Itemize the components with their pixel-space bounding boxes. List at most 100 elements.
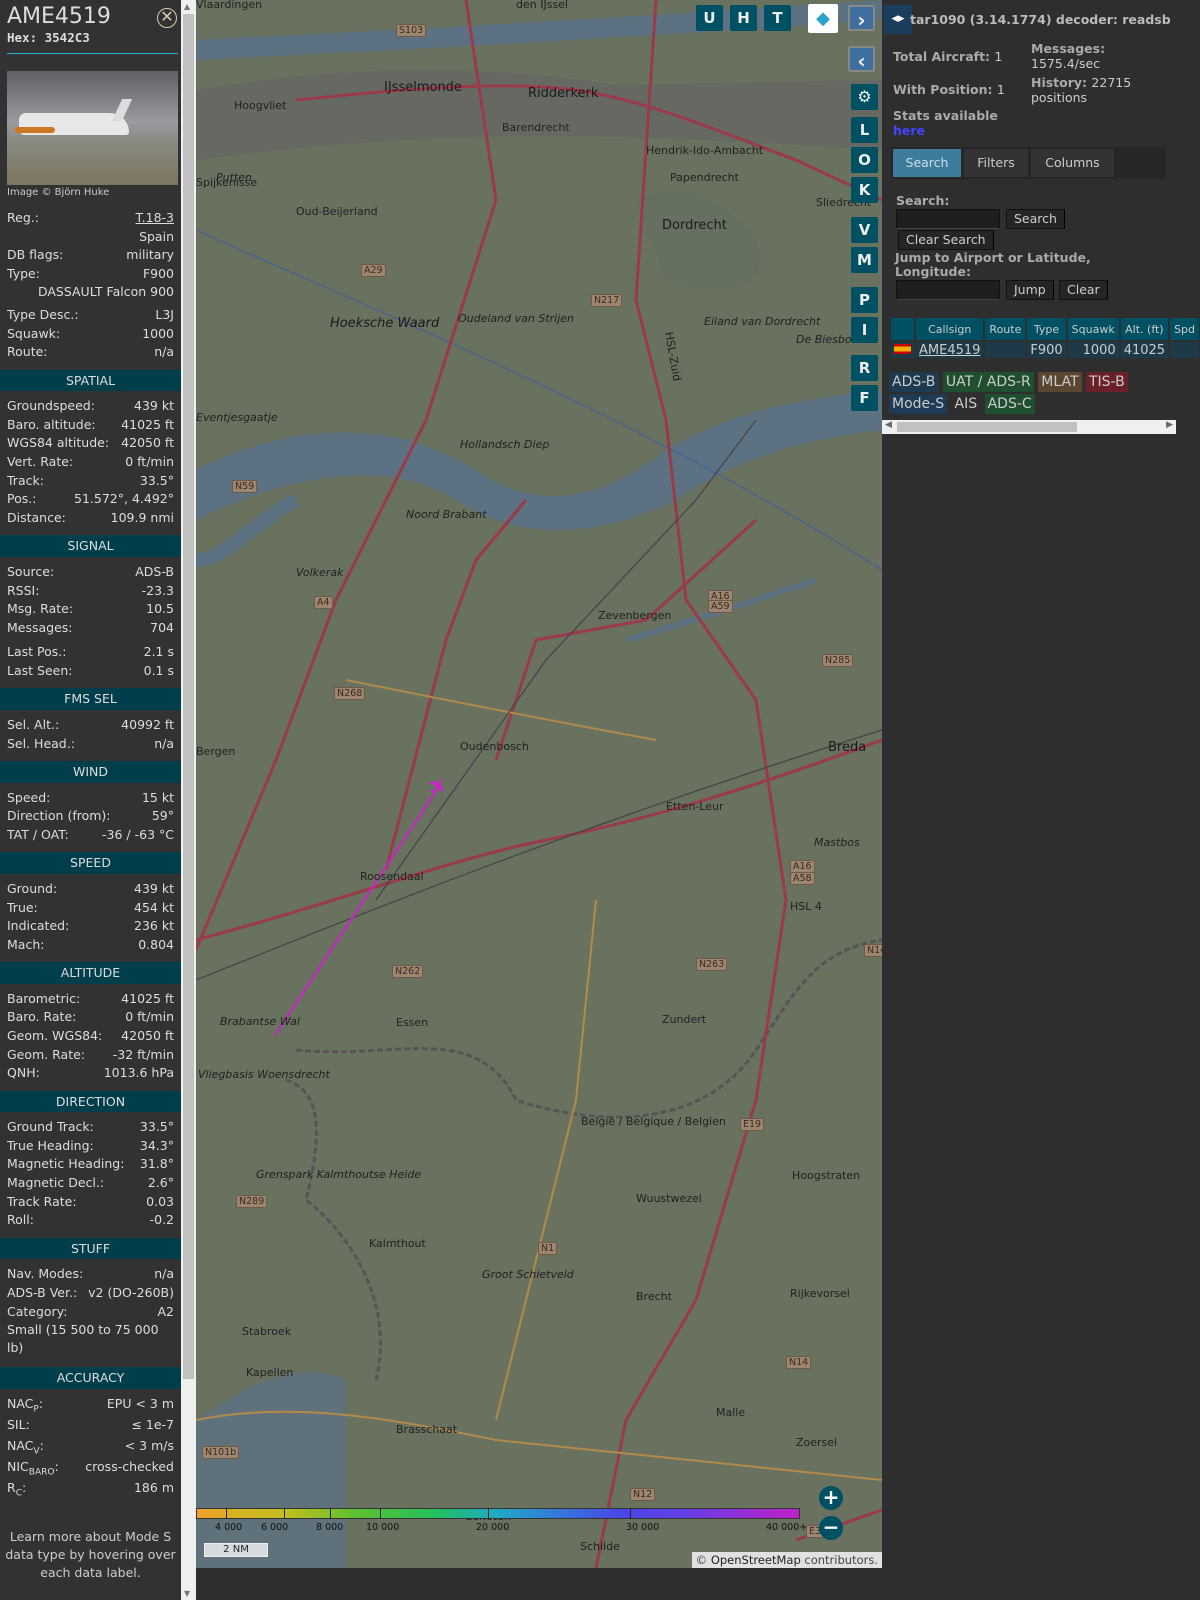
column-header-type[interactable]: Type [1027,318,1066,340]
map-button-p[interactable]: P [851,287,878,313]
detail-label[interactable]: Baro. altitude: [7,416,96,435]
column-header-route[interactable]: Route [985,318,1026,340]
map-button-m[interactable]: M [851,247,878,273]
detail-label[interactable]: ADS-B Ver.: [7,1284,77,1303]
search-input[interactable] [896,209,1000,229]
map-button-u[interactable]: U [696,5,723,31]
left-panel-scrollbar[interactable]: ▲ ▼ [181,0,196,1600]
detail-label[interactable]: Speed: [7,789,50,808]
jump-button[interactable]: Jump [1006,280,1054,300]
detail-label[interactable]: Indicated: [7,917,69,936]
map-button-h[interactable]: H [730,5,757,31]
map-button-f[interactable]: F [851,385,878,411]
settings-gear-icon[interactable]: ⚙ [851,84,878,110]
expand-right-icon[interactable]: › [848,5,875,32]
clear-search-button[interactable]: Clear Search [898,230,994,250]
detail-label[interactable]: Last Seen: [7,662,72,681]
detail-label[interactable]: Vert. Rate: [7,453,73,472]
detail-label[interactable]: True: [7,899,38,918]
detail-label[interactable]: RC: [7,1479,26,1500]
source-tag-mlat: MLAT [1038,372,1082,392]
column-header-spd[interactable]: Spd [1170,318,1200,340]
detail-label[interactable]: NICBARO: [7,1458,59,1479]
map[interactable]: Vlaardingen IJsselmonde Ridderkerk Barendre… [196,0,882,1568]
detail-label[interactable]: Last Pos.: [7,643,66,662]
detail-label[interactable]: Mach: [7,936,44,955]
detail-label[interactable]: Track Rate: [7,1193,77,1212]
detail-label[interactable]: Track: [7,472,44,491]
zoom-out-button[interactable]: − [819,1516,843,1540]
column-header-squawk[interactable]: Squawk [1067,318,1119,340]
scroll-left-icon[interactable]: ◀ [885,420,892,430]
column-header-flag[interactable] [891,318,914,340]
registration-link[interactable]: T.18-3 [136,209,175,228]
close-icon[interactable]: ✕ [157,8,177,28]
detail-label[interactable]: QNH: [7,1064,40,1083]
attribution-suffix: contributors. [800,1553,878,1567]
stats-link[interactable]: here [893,123,925,138]
detail-label[interactable]: Source: [7,563,54,582]
detail-label[interactable]: Nav. Modes: [7,1265,83,1284]
map-button-k[interactable]: K [851,177,878,203]
aircraft-list-panel: ◂▸ tar1090 (3.14.1774) decoder: readsb T… [882,0,1200,1600]
callsign-link[interactable]: AME4519 [919,343,980,358]
jump-input[interactable] [896,280,1000,300]
clear-button[interactable]: Clear [1059,280,1108,300]
toggle-sidebar-icon[interactable]: ◂▸ [884,5,912,34]
detail-label[interactable]: Geom. WGS84: [7,1027,102,1046]
detail-label[interactable]: NACV: [7,1437,44,1458]
column-header-altft[interactable]: Alt. (ft) [1120,318,1169,340]
scroll-up-icon[interactable]: ▲ [184,2,190,11]
map-button-o[interactable]: O [851,147,878,173]
osm-link[interactable]: OpenStreetMap [711,1553,801,1567]
aircraft-photo[interactable] [7,71,178,185]
tab-filters[interactable]: Filters [964,149,1028,177]
detail-label[interactable]: Magnetic Heading: [7,1155,124,1174]
detail-label[interactable]: Sel. Head.: [7,735,75,754]
search-button[interactable]: Search [1006,209,1065,229]
tab-search[interactable]: Search [893,149,961,177]
messages-value: 1575.4/sec [1031,56,1101,71]
detail-label[interactable]: Ground: [7,880,57,899]
detail-label[interactable]: Barometric: [7,990,80,1009]
detail-label[interactable]: TAT / OAT: [7,826,69,845]
map-button-r[interactable]: R [851,355,878,381]
callsign-cell[interactable]: AME4519 [916,342,984,358]
detail-label[interactable]: Sel. Alt.: [7,716,59,735]
layers-icon[interactable]: ◆ [808,4,838,33]
scroll-right-icon[interactable]: ▶ [1166,420,1173,430]
detail-label[interactable]: Geom. Rate: [7,1046,85,1065]
detail-label[interactable]: SIL: [7,1416,30,1437]
detail-label[interactable]: Magnetic Decl.: [7,1174,104,1193]
detail-label[interactable]: Messages: [7,619,73,638]
detail-value: n/a [154,735,174,751]
map-button-l[interactable]: L [851,117,878,143]
detail-label[interactable]: NACP: [7,1395,43,1416]
map-button-t[interactable]: T [764,5,791,31]
column-header-callsign[interactable]: Callsign [916,318,984,340]
detail-label[interactable]: Ground Track: [7,1118,94,1137]
table-row[interactable]: AME4519 F900 1000 41025 [891,342,1200,358]
detail-label[interactable]: WGS84 altitude: [7,434,109,453]
collapse-left-icon[interactable]: ‹ [848,46,875,73]
app-link[interactable]: tar1090 [910,12,965,27]
detail-label[interactable]: Distance: [7,509,66,528]
detail-label[interactable]: Pos.: [7,490,36,509]
detail-label[interactable]: RSSI: [7,582,39,601]
decoder-link[interactable]: readsb [1122,12,1170,27]
detail-label[interactable]: Direction (from): [7,807,111,826]
scrollbar-thumb[interactable] [897,422,1077,432]
map-button-i[interactable]: I [851,317,878,343]
detail-label[interactable]: Groundspeed: [7,397,95,416]
map-button-v[interactable]: V [851,217,878,243]
detail-label[interactable]: Baro. Rate: [7,1008,76,1027]
detail-label[interactable]: Msg. Rate: [7,600,73,619]
detail-label[interactable]: Category: [7,1303,67,1322]
scrollbar-thumb[interactable] [183,14,194,1379]
table-horizontal-scrollbar[interactable]: ◀ ▶ [882,420,1176,434]
detail-label[interactable]: Roll: [7,1211,34,1230]
zoom-in-button[interactable]: + [819,1486,843,1510]
scroll-down-icon[interactable]: ▼ [184,1589,190,1598]
detail-label[interactable]: True Heading: [7,1137,94,1156]
tab-columns[interactable]: Columns [1031,149,1114,177]
